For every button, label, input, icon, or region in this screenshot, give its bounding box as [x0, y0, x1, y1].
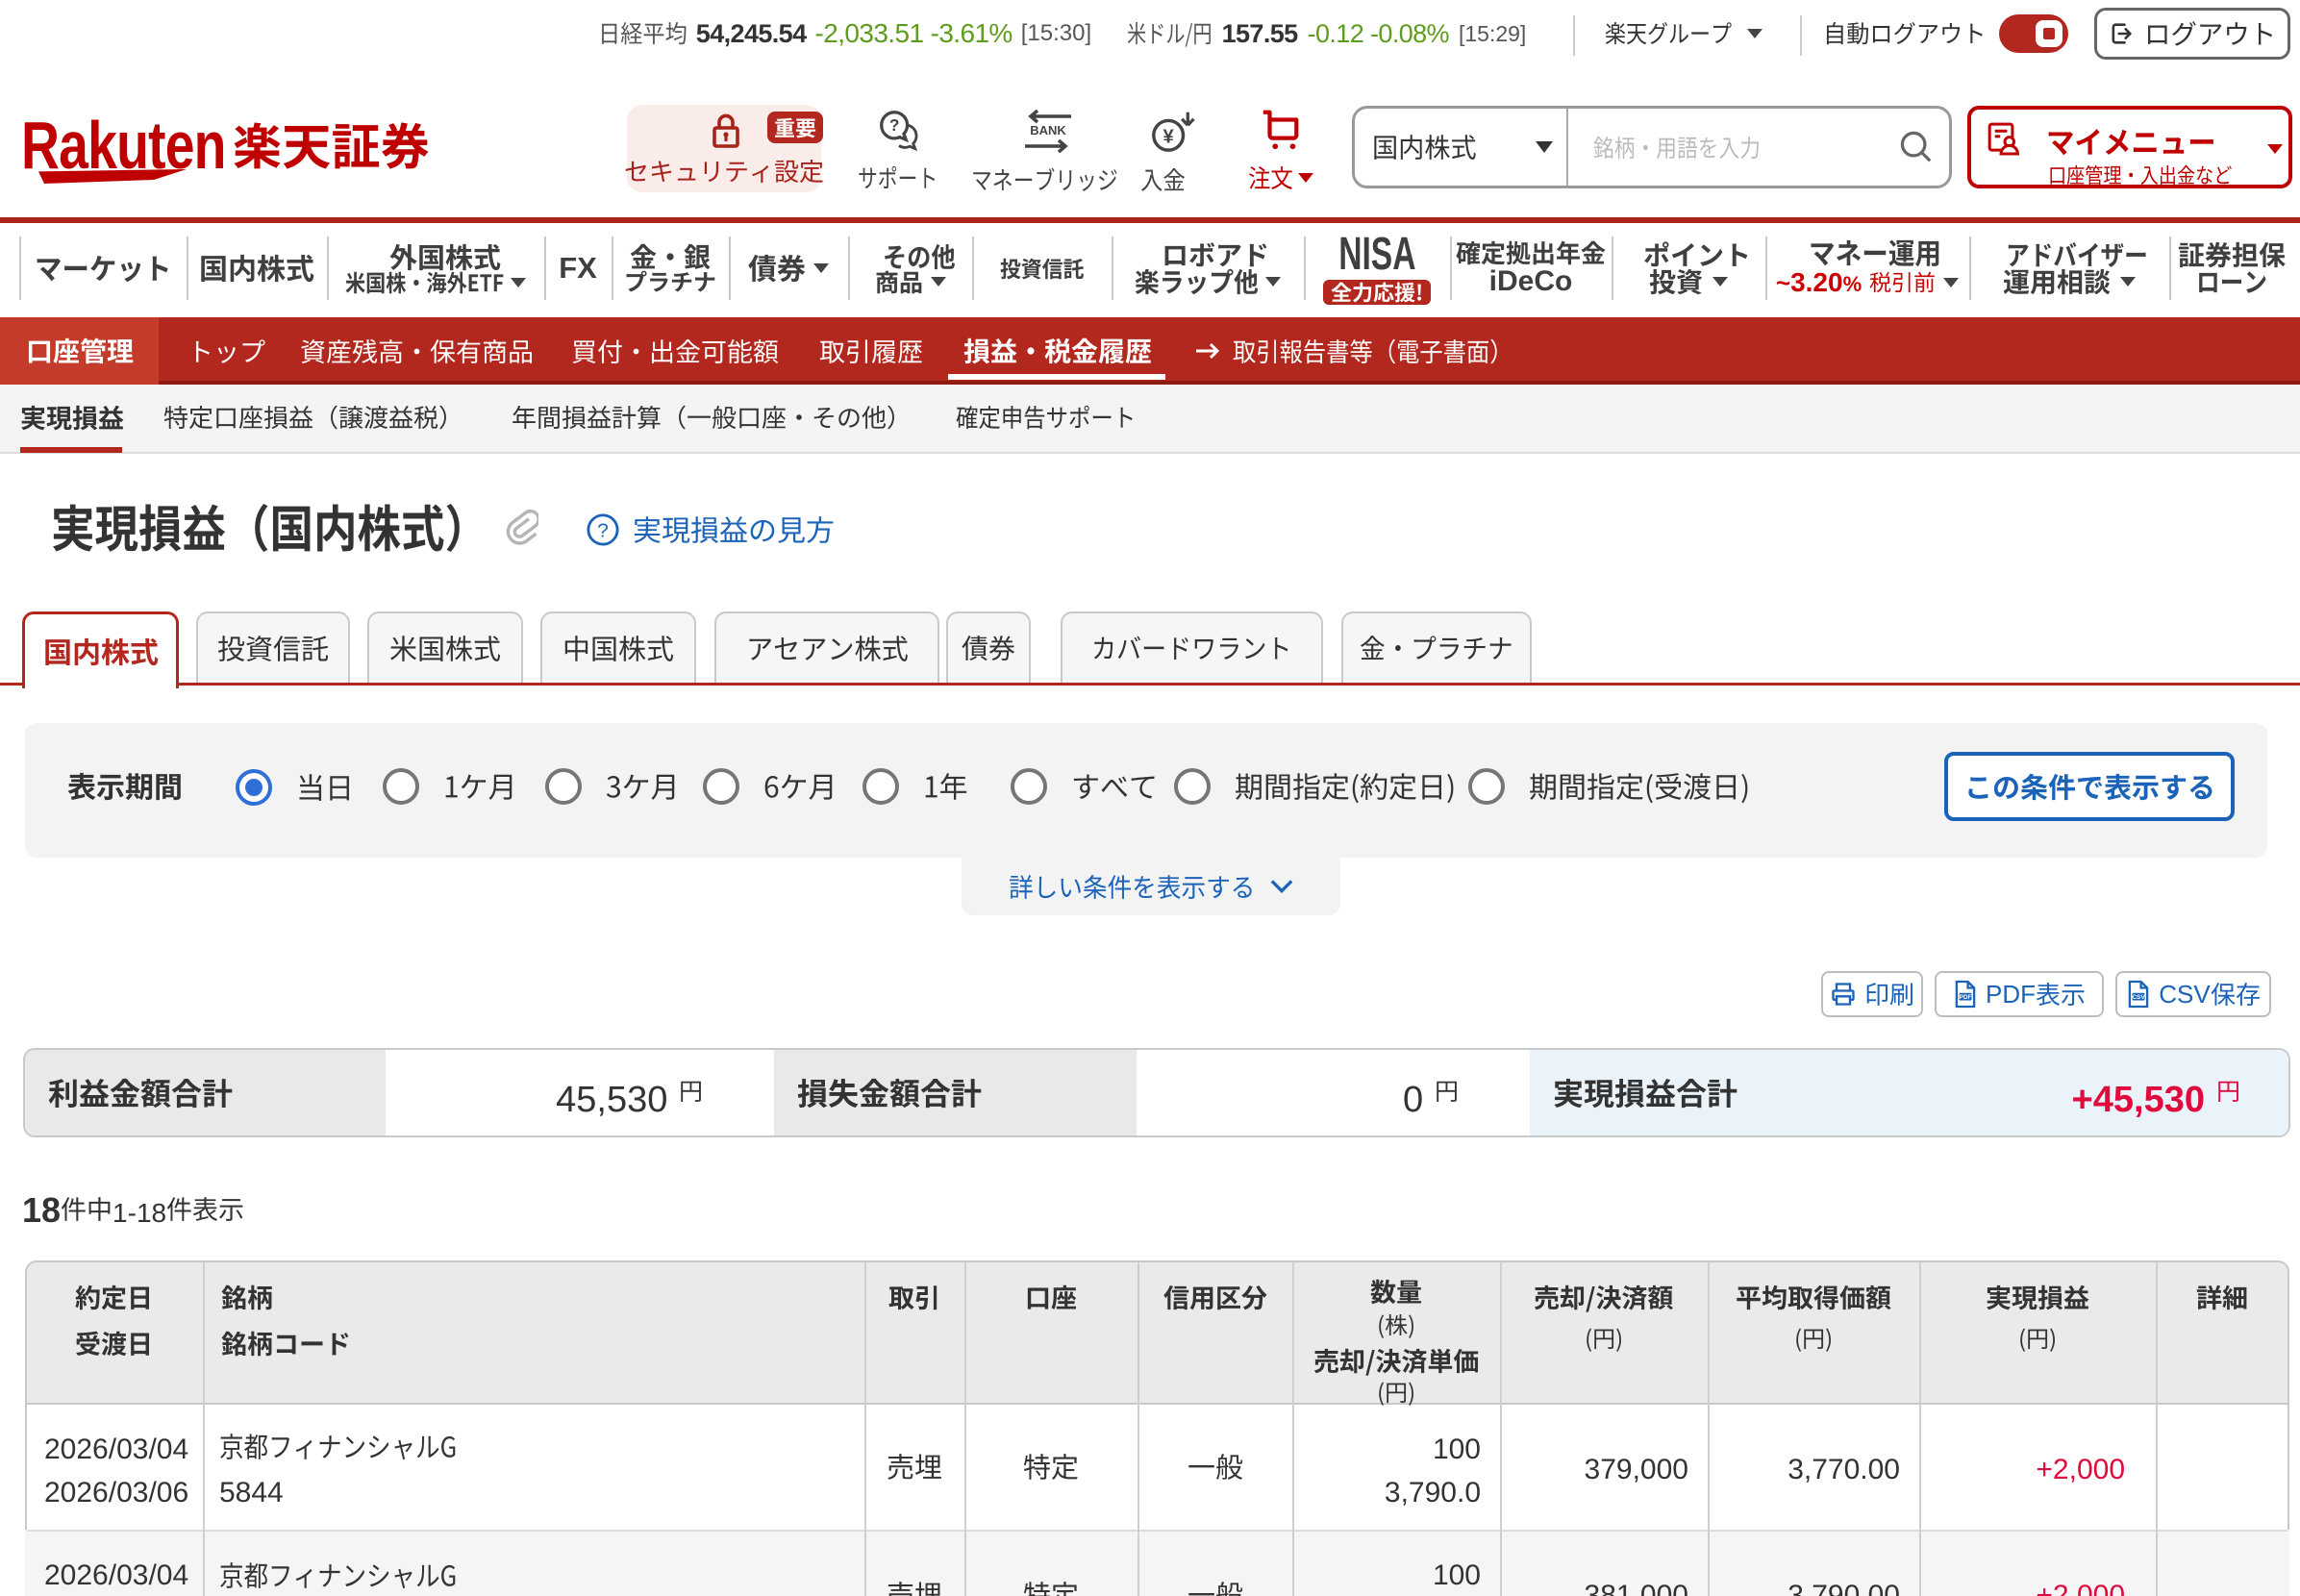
svg-text:¥: ¥: [1163, 126, 1175, 147]
svg-text:?: ?: [889, 115, 900, 135]
svg-text:PDF: PDF: [1960, 994, 1972, 1001]
svg-text:CSV: CSV: [2133, 994, 2146, 1001]
svg-text:BANK: BANK: [1030, 123, 1066, 137]
svg-text:?: ?: [597, 520, 609, 542]
